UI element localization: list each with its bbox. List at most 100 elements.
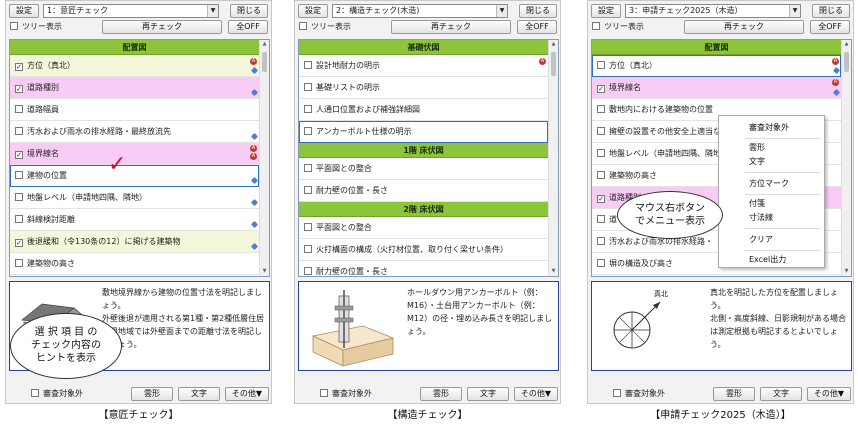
item-checkbox[interactable] — [304, 105, 312, 113]
item-checkbox[interactable]: ✓ — [15, 63, 23, 71]
item-checkbox[interactable] — [597, 215, 605, 223]
item-checkbox[interactable] — [15, 171, 23, 179]
chevron-down-icon[interactable]: ▼ — [496, 5, 507, 17]
recheck-button[interactable]: 再チェック — [684, 20, 804, 34]
item-checkbox[interactable] — [597, 259, 605, 267]
item-checkbox[interactable] — [304, 164, 312, 172]
item-checkbox[interactable] — [597, 171, 605, 179]
scroll-thumb[interactable] — [262, 52, 267, 72]
menu-item-text[interactable]: 文字 — [719, 156, 824, 168]
list-item[interactable]: 地盤レベル（申請地四隅、隣地） — [10, 187, 259, 209]
list-item[interactable]: 耐力壁の位置・長さ — [299, 180, 548, 202]
recheck-button[interactable]: 再チェック — [102, 20, 222, 34]
item-checkbox[interactable] — [597, 127, 605, 135]
list-item[interactable]: ✓ 境界線名 A — [592, 77, 841, 99]
scrollbar[interactable]: ▲ ▼ — [841, 40, 851, 276]
list-item[interactable]: 人通口位置および補強詳細図 — [299, 99, 548, 121]
exclude-toggle[interactable]: 審査対象外 — [613, 388, 665, 400]
scrollbar[interactable]: ▲ ▼ — [548, 40, 558, 276]
close-button[interactable]: 閉じる — [519, 4, 557, 18]
item-checkbox[interactable] — [15, 215, 23, 223]
item-checkbox[interactable]: ✓ — [15, 239, 23, 247]
list-item[interactable]: 設計地耐力の明示 A — [299, 55, 548, 77]
item-checkbox[interactable]: ✓ — [15, 151, 23, 159]
all-off-button[interactable]: 全OFF — [810, 20, 850, 34]
scroll-up-icon[interactable]: ▲ — [842, 40, 851, 49]
text-button[interactable]: 文字 — [467, 387, 509, 401]
check-type-select[interactable]: 3：申請チェック2025（木造） ▼ — [625, 4, 801, 18]
item-checkbox[interactable]: ✓ — [15, 85, 23, 93]
list-item[interactable]: 平面図との整合 — [299, 217, 548, 239]
menu-item-exclude[interactable]: 審査対象外 — [719, 122, 824, 134]
list-item[interactable]: 火打構面の構成（火打材位置、取り付く梁せい条件） — [299, 239, 548, 261]
item-checkbox[interactable] — [597, 237, 605, 245]
close-button[interactable]: 閉じる — [230, 4, 268, 18]
cloud-button[interactable]: 雲形 — [420, 387, 462, 401]
item-checkbox[interactable] — [597, 105, 605, 113]
tree-view-toggle[interactable]: ツリー表示 — [592, 21, 644, 33]
cloud-button[interactable]: 雲形 — [713, 387, 755, 401]
list-item-selected[interactable]: 方位（真北） A — [592, 55, 841, 77]
scrollbar[interactable]: ▲ ▼ — [259, 40, 269, 276]
exclude-checkbox[interactable] — [31, 389, 39, 397]
list-item[interactable]: 斜線検討距離 — [10, 209, 259, 231]
settings-button[interactable]: 設定 — [9, 4, 39, 18]
item-checkbox[interactable] — [15, 127, 23, 135]
item-checkbox[interactable] — [304, 186, 312, 194]
all-off-button[interactable]: 全OFF — [228, 20, 268, 34]
item-checkbox[interactable] — [304, 61, 312, 69]
exclude-toggle[interactable]: 審査対象外 — [31, 388, 83, 400]
item-checkbox[interactable] — [304, 83, 312, 91]
tree-view-checkbox[interactable] — [592, 22, 600, 30]
menu-item-cloud[interactable]: 雲形 — [719, 142, 824, 154]
scroll-thumb[interactable] — [551, 52, 556, 76]
exclude-checkbox[interactable] — [320, 389, 328, 397]
item-checkbox[interactable]: ✓ — [597, 85, 605, 93]
list-item[interactable]: 道路幅員 — [10, 99, 259, 121]
chevron-down-icon[interactable]: ▼ — [789, 5, 800, 17]
tree-view-toggle[interactable]: ツリー表示 — [10, 21, 62, 33]
other-menu-button[interactable]: その他▼ — [807, 387, 851, 401]
menu-item-north-mark[interactable]: 方位マーク — [719, 178, 824, 190]
list-item[interactable]: ✓ 道路種別 — [10, 77, 259, 99]
item-checkbox[interactable] — [15, 259, 23, 267]
other-menu-button[interactable]: その他▼ — [225, 387, 269, 401]
scroll-up-icon[interactable]: ▲ — [260, 40, 269, 49]
close-button[interactable]: 閉じる — [812, 4, 850, 18]
check-type-select[interactable]: 2：構造チェック(木造) ▼ — [332, 4, 508, 18]
list-item-selected[interactable]: アンカーボルト仕様の明示 — [299, 121, 548, 143]
item-checkbox[interactable] — [304, 245, 312, 253]
item-checkbox[interactable]: ✓ — [597, 195, 605, 203]
menu-item-excel[interactable]: Excel出力 — [719, 254, 824, 266]
tree-view-checkbox[interactable] — [10, 22, 18, 30]
item-checkbox[interactable] — [304, 267, 312, 275]
list-item[interactable]: 耐力壁の位置・長さ — [299, 261, 548, 276]
item-checkbox[interactable] — [15, 193, 23, 201]
scroll-down-icon[interactable]: ▼ — [842, 267, 851, 276]
list-item[interactable]: 平面図との整合 — [299, 158, 548, 180]
all-off-button[interactable]: 全OFF — [517, 20, 557, 34]
cloud-button[interactable]: 雲形 — [131, 387, 173, 401]
chevron-down-icon[interactable]: ▼ — [207, 5, 218, 17]
scroll-down-icon[interactable]: ▼ — [549, 267, 558, 276]
scroll-thumb[interactable] — [844, 52, 849, 72]
item-checkbox[interactable] — [15, 105, 23, 113]
list-item[interactable]: ✓ 方位（真北） A — [10, 55, 259, 77]
item-checkbox[interactable] — [597, 61, 605, 69]
list-item[interactable]: ✓ 境界線名 A A — [10, 143, 259, 165]
settings-button[interactable]: 設定 — [591, 4, 621, 18]
item-checkbox[interactable] — [304, 223, 312, 231]
menu-item-clear[interactable]: クリア — [719, 234, 824, 246]
exclude-checkbox[interactable] — [613, 389, 621, 397]
item-checkbox[interactable] — [597, 149, 605, 157]
menu-item-sticky[interactable]: 付箋 — [719, 198, 824, 210]
menu-item-dimension[interactable]: 寸法線 — [719, 212, 824, 224]
text-button[interactable]: 文字 — [178, 387, 220, 401]
list-item[interactable]: 汚水および雨水の排水経路・最終放流先 — [10, 121, 259, 143]
scroll-down-icon[interactable]: ▼ — [260, 267, 269, 276]
tree-view-toggle[interactable]: ツリー表示 — [299, 21, 351, 33]
tree-view-checkbox[interactable] — [299, 22, 307, 30]
recheck-button[interactable]: 再チェック — [391, 20, 511, 34]
text-button[interactable]: 文字 — [760, 387, 802, 401]
scroll-up-icon[interactable]: ▲ — [549, 40, 558, 49]
